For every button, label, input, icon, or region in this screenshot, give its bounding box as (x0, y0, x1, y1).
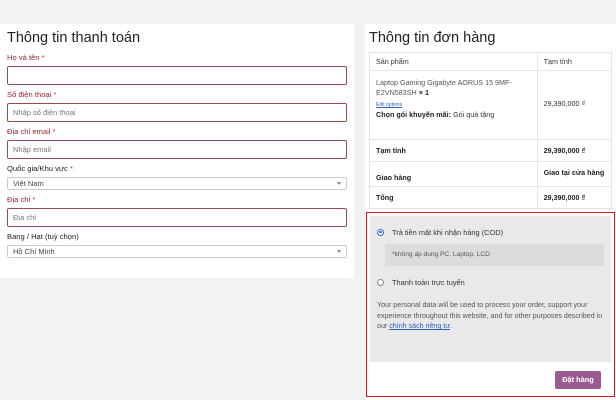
shipping-row: Giao hàng Giao tại cửa hàng (370, 162, 611, 187)
phone-field-group: Số điện thoại * Nhập số điện thoại (7, 89, 347, 122)
phone-input[interactable]: Nhập số điện thoại (7, 103, 347, 122)
name-label: Họ và tên (7, 53, 40, 62)
product-qty: × 1 (418, 88, 429, 97)
privacy-policy-link[interactable]: chính sách riêng tư (389, 322, 450, 330)
table-header-row: Sản phẩm Tạm tính (370, 53, 611, 71)
chevron-down-icon (337, 250, 341, 253)
state-field-group: Bang / Hạt (tuỳ chọn) Hồ Chí Minh (7, 231, 347, 258)
required-mark: * (52, 127, 56, 136)
required-mark: * (53, 90, 57, 99)
email-label: Địa chỉ email (7, 127, 51, 136)
country-field-group: Quốc gia/Khu vực * Việt Nam (7, 163, 347, 190)
required-mark: * (32, 195, 36, 204)
product-name: Laptop Gaming Gigabyte AORUS 15 9MF-E2VN… (376, 78, 512, 97)
name-field-group: Họ và tên * (7, 52, 347, 85)
order-title: Thông tin đơn hàng (369, 30, 496, 46)
subtotal-value: 29,390,000 ₫ (536, 140, 611, 161)
order-section: Thông tin đơn hàng Sản phẩm Tạm tính Lap… (365, 24, 616, 400)
edit-options-link[interactable]: Edit options (376, 100, 531, 110)
email-input[interactable]: Nhập email (7, 140, 347, 159)
total-value: 29,390,000 ₫ (536, 187, 611, 208)
col-subtotal-header: Tạm tính (536, 53, 611, 70)
cod-note: *không áp dụng PC, Laptop, LCD (385, 244, 604, 266)
country-value: Việt Nam (13, 179, 44, 188)
billing-title: Thông tin thanh toán (7, 30, 141, 46)
privacy-notice: Your personal data will be used to proce… (377, 300, 607, 332)
address-input[interactable]: Địa chỉ (7, 208, 347, 227)
address-label: Địa chỉ (7, 195, 31, 204)
privacy-end: . (450, 322, 452, 330)
payment-methods: Trả tiền mặt khi nhận hàng (COD) *không … (370, 216, 611, 389)
payment-option-online[interactable]: Thanh toán trực tuyến (377, 276, 604, 288)
state-label: Bang / Hạt (tuỳ chọn) (7, 232, 79, 241)
table-row: Laptop Gaming Gigabyte AORUS 15 9MF-E2VN… (370, 71, 611, 140)
cod-label: Trả tiền mặt khi nhận hàng (COD) (392, 227, 504, 237)
subtotal-label: Tạm tính (376, 146, 406, 155)
total-label: Tổng (376, 193, 394, 202)
chevron-down-icon (337, 182, 341, 185)
online-label: Thanh toán trực tuyến (392, 277, 465, 287)
promo-value: Gói quà tặng (453, 110, 495, 119)
shipping-value: Giao tại cửa hàng (536, 162, 611, 186)
address-field-group: Địa chỉ * Địa chỉ (7, 194, 347, 227)
order-table: Sản phẩm Tạm tính Laptop Gaming Gigabyte… (369, 52, 612, 209)
col-product-header: Sản phẩm (376, 57, 409, 66)
place-order-button[interactable]: Đặt hàng (555, 371, 601, 389)
required-mark: * (69, 164, 73, 173)
state-select[interactable]: Hồ Chí Minh (7, 245, 347, 258)
email-field-group: Địa chỉ email * Nhập email (7, 126, 347, 159)
country-select[interactable]: Việt Nam (7, 177, 347, 190)
promo-label: Chọn gói khuyến mãi: (376, 110, 452, 119)
shipping-label: Giao hàng (376, 173, 412, 182)
radio-unselected-icon[interactable] (377, 278, 384, 286)
total-row: Tổng 29,390,000 ₫ (370, 187, 611, 208)
billing-section: Thông tin thanh toán Họ và tên * Số điện… (0, 24, 354, 278)
subtotal-row: Tạm tính 29,390,000 ₫ (370, 140, 611, 162)
payment-box: Trả tiền mặt khi nhận hàng (COD) *không … (366, 212, 615, 397)
payment-option-cod[interactable]: Trả tiền mặt khi nhận hàng (COD) (377, 226, 604, 238)
required-mark: * (41, 53, 45, 62)
country-label: Quốc gia/Khu vực (7, 164, 68, 173)
radio-selected-icon[interactable] (377, 228, 384, 236)
name-input[interactable] (7, 66, 347, 85)
state-value: Hồ Chí Minh (13, 247, 55, 256)
phone-label: Số điện thoại (7, 90, 52, 99)
product-price: 29,390,000 ₫ (536, 71, 611, 139)
